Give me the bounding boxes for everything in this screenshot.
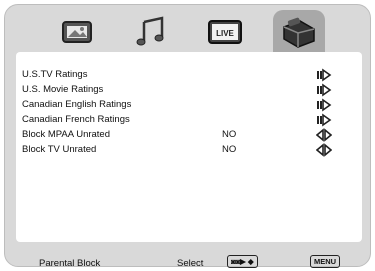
footer-title: Parental Block (39, 258, 101, 269)
menu-key-button[interactable]: MENU (310, 255, 341, 268)
menu-row-value: NO (222, 144, 237, 155)
menu-row-block-tv-unrated[interactable]: Block TV Unrated NO (22, 142, 342, 158)
menu-row-label: Canadian French Ratings (22, 114, 130, 125)
parental-toolbox-icon (283, 17, 315, 48)
menu-row-label: U.S.TV Ratings (22, 69, 88, 80)
footer-action-label: Select (177, 258, 204, 269)
menu-row-label: Canadian English Ratings (22, 99, 132, 110)
menu-tab-bar: LIVE (28, 10, 350, 54)
menu-row-canadian-french-ratings[interactable]: Canadian French Ratings (22, 112, 342, 128)
tab-music[interactable] (125, 10, 177, 54)
menu-row-block-mpaa-unrated[interactable]: Block MPAA Unrated NO (22, 127, 342, 143)
menu-row-us-tv-ratings[interactable]: U.S.TV Ratings (22, 67, 342, 83)
enter-arrow-icon (317, 113, 332, 127)
menu-footer: Parental Block Select ◙◙▶ ◆ MENU (16, 250, 362, 269)
left-right-arrows-icon[interactable] (316, 128, 332, 142)
enter-arrow-icon (317, 83, 332, 97)
navigation-keys-icon: ◙◙▶ ◆ (227, 255, 258, 268)
live-label: LIVE (216, 29, 234, 38)
enter-arrow-icon (317, 98, 332, 112)
menu-row-label: U.S. Movie Ratings (22, 84, 104, 95)
menu-row-label: Block TV Unrated (22, 144, 97, 155)
live-icon: LIVE (208, 20, 242, 44)
music-notes-icon (136, 16, 164, 46)
tab-parental[interactable] (273, 10, 325, 54)
tab-live[interactable]: LIVE (199, 10, 251, 54)
picture-icon (62, 21, 92, 43)
enter-arrow-icon (317, 68, 332, 82)
left-right-arrows-icon[interactable] (316, 143, 332, 157)
tab-picture[interactable] (51, 10, 103, 54)
menu-row-us-movie-ratings[interactable]: U.S. Movie Ratings (22, 82, 342, 98)
menu-row-value: NO (222, 129, 237, 140)
menu-row-canadian-english-ratings[interactable]: Canadian English Ratings (22, 97, 342, 113)
menu-row-label: Block MPAA Unrated (22, 129, 111, 140)
